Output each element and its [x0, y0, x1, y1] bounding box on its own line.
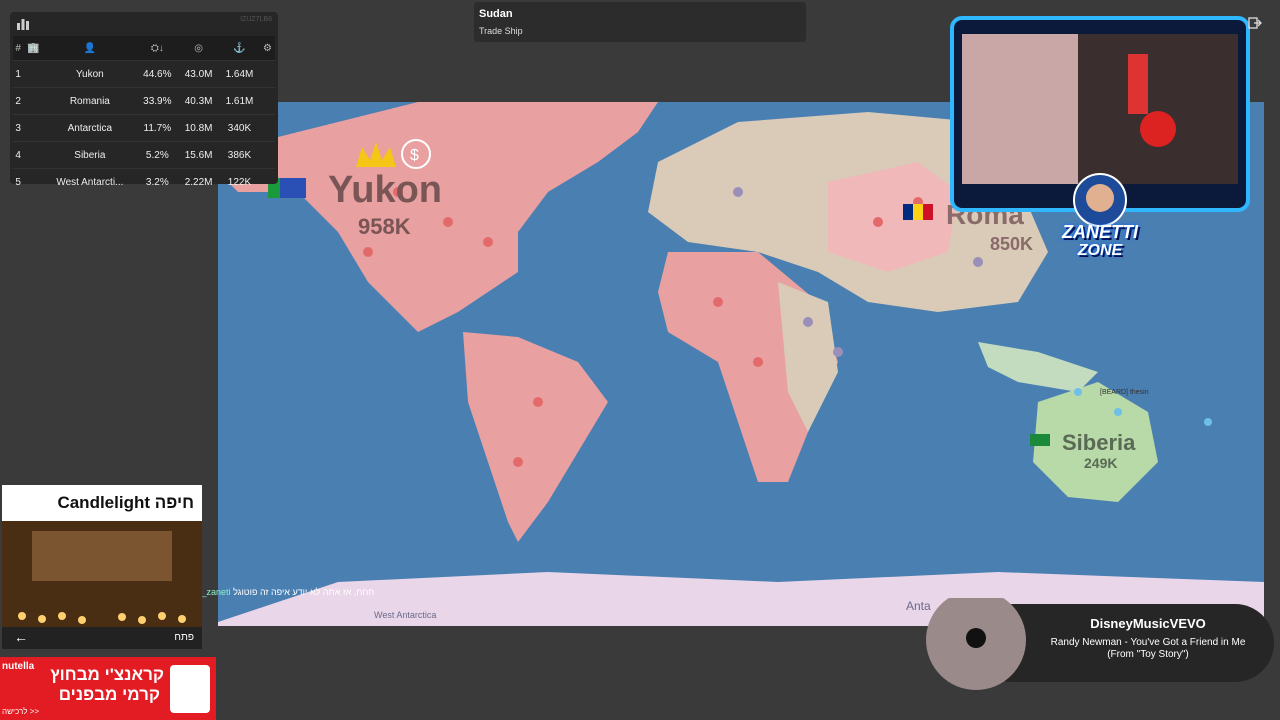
table-row[interactable]: 4 Siberia 5.2% 15.6M 386K [13, 141, 275, 169]
header-gold[interactable]: ◎ [178, 36, 220, 61]
table-row[interactable]: 1 Yukon 44.6% 43.0M 1.64M [13, 60, 275, 88]
now-playing-widget: DisneyMusicVEVO Randy Newman - You've Go… [912, 598, 1274, 696]
header-settings[interactable]: ⚙ [259, 36, 275, 61]
exit-icon[interactable] [1248, 16, 1262, 30]
map-player-tag: [BEARD] thesin [1100, 389, 1149, 396]
music-channel: DisneyMusicVEVO [1090, 616, 1206, 631]
ad-cta[interactable]: לרכישה >> [2, 707, 39, 716]
unit-type: Trade Ship [479, 26, 523, 36]
table-row[interactable]: 5 West Antarcti... 3.2% 2.22M 122K [13, 168, 275, 195]
header-player[interactable]: 👤 [43, 36, 137, 61]
music-song: Randy Newman - You've Got a Friend in Me… [1050, 637, 1246, 660]
header-ships[interactable]: ⚓ [219, 36, 260, 61]
svg-text:$: $ [410, 147, 419, 164]
header-rank[interactable]: # [13, 36, 24, 61]
header-tiles[interactable]: ⛭↓ [136, 36, 179, 61]
map-troops-siberia: 249K [1084, 455, 1117, 471]
table-row[interactable]: 2 Romania 33.9% 40.3M 1.61M [13, 87, 275, 115]
map-label-yukon: Yukon [328, 169, 442, 211]
ad-line-2: קרמי מבפנים [58, 685, 160, 704]
flag-icon-romania [903, 204, 913, 220]
channel-logo-bottom: ZONE [1077, 242, 1123, 259]
channel-logo-top: ZANETTI [1062, 222, 1138, 242]
unit-owner: Sudan [479, 8, 513, 20]
unit-info-panel: Sudan Trade Ship [474, 2, 806, 42]
header-building[interactable]: 🏢 [23, 36, 44, 61]
chat-text: חחח, אז אתה לא יודע איפה זה פוטוגל [233, 587, 375, 597]
game-id: IZUZ7LB6 [240, 16, 272, 23]
map-troops-yukon: 958K [358, 214, 411, 239]
table-row[interactable]: 3 Antarctica 11.7% 10.8M 340K [13, 114, 275, 142]
ad-brand: nutella [2, 661, 35, 672]
bar-chart-icon[interactable] [16, 17, 30, 31]
map-troops-romania: 850K [990, 234, 1033, 254]
leaderboard-table: # 🏢 👤 ⛭↓ ◎ ⚓ ⚙ 1 Yukon 44.6% 43.0M 1.64M 2 Ro… [13, 36, 275, 195]
arrow-left-icon[interactable]: ← [14, 629, 28, 645]
ad-candlelight[interactable]: Candlelight חיפה ← פתח [2, 485, 202, 649]
ad-open-button[interactable]: פתח [174, 632, 194, 643]
map-label-west-antarctica: West Antarctica [374, 610, 436, 620]
flag-icon-siberia [1030, 434, 1050, 446]
ad-line-1: קראנצ'י מבחוץ [50, 665, 164, 684]
streamer-webcam: ZANETTI ZONE [948, 14, 1252, 259]
ad-title: Candlelight חיפה [57, 493, 194, 512]
leaderboard-panel: IZUZ7LB6 # 🏢 👤 ⛭↓ ◎ ⚓ ⚙ 1 Yukon 44.6% 43.0M… [10, 12, 278, 195]
map-label-siberia: Siberia [1062, 430, 1136, 455]
ad-nutella[interactable]: קראנצ'י מבחוץ קרמי מבפנים nutella לרכישה… [0, 657, 216, 720]
